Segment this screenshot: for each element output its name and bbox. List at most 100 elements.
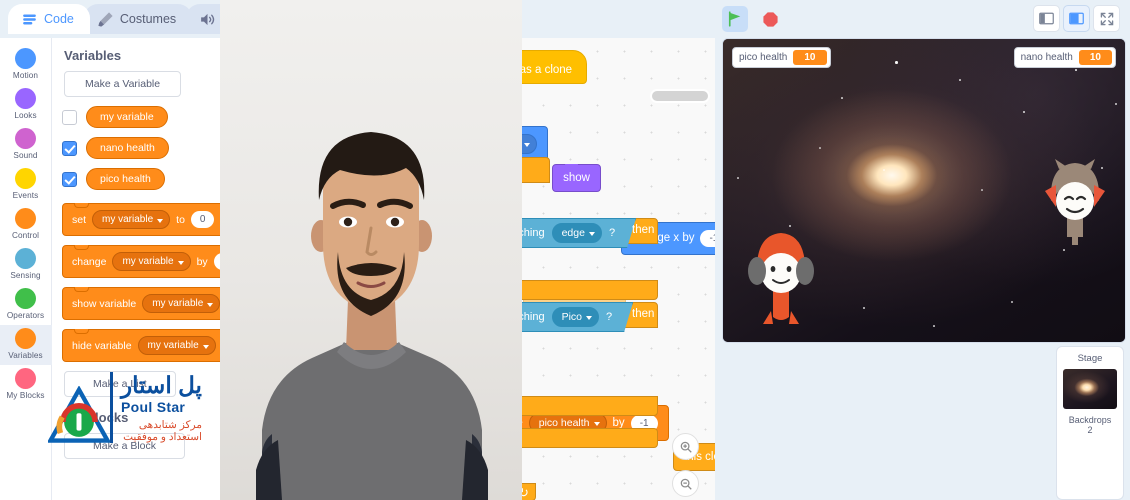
block-label: show	[563, 172, 590, 184]
backdrops-count: 2	[1087, 425, 1093, 435]
variable-dropdown[interactable]: my variable	[112, 252, 191, 271]
category-label: Sound	[13, 151, 38, 160]
zoom-in-icon	[680, 441, 692, 453]
green-flag-icon	[728, 11, 741, 27]
category-label: Sensing	[10, 271, 41, 280]
category-label: Control	[11, 231, 40, 240]
block-label: ?	[608, 227, 616, 239]
tab-code[interactable]: Code	[8, 4, 90, 34]
category-color-dot	[15, 208, 36, 229]
stage-pane-title: Stage	[1077, 353, 1103, 364]
monitor-nano-health[interactable]: nano health 10	[1013, 47, 1116, 68]
watermark-logo: پل استار Poul Star مرکز شتابدهی استعداد …	[48, 372, 248, 462]
category-label: Events	[12, 191, 39, 200]
variable-checkbox[interactable]	[62, 140, 77, 156]
monitor-value: 10	[1078, 50, 1112, 65]
stage[interactable]: pico health 10 nano health 10	[722, 38, 1126, 343]
variable-reporter[interactable]: nano health	[86, 137, 169, 159]
touching-target-dropdown[interactable]: Pico	[552, 307, 599, 327]
logo-farsi-sub1: مرکز شتابدهی	[138, 419, 202, 431]
green-flag-button[interactable]	[722, 6, 748, 32]
block-label: then	[632, 308, 655, 320]
palette-block-hide-variable[interactable]: hide variable my variable	[62, 329, 226, 362]
logo-farsi-sub2: استعداد و موفقیت	[123, 431, 202, 443]
top-bar: Code Costumes Sounds	[0, 0, 1130, 38]
stop-button[interactable]	[757, 6, 783, 32]
make-a-variable-button[interactable]: Make a Variable	[64, 71, 182, 97]
category-color-dot	[15, 288, 36, 309]
logo-farsi-title: پل استار	[121, 372, 202, 398]
poul-star-logo-icon	[48, 386, 110, 443]
sprite-pico-on-stage[interactable]	[743, 225, 819, 325]
zoom-out-button[interactable]	[672, 470, 699, 497]
category-operators[interactable]: Operators	[0, 285, 52, 325]
block-show[interactable]: show	[552, 164, 601, 192]
fullscreen-button[interactable]	[1093, 5, 1120, 32]
category-events[interactable]: Events	[0, 165, 52, 205]
variable-checkbox[interactable]	[62, 109, 77, 125]
zoom-in-button[interactable]	[672, 433, 699, 460]
sprite-nano-on-stage[interactable]	[1039, 155, 1111, 247]
zoom-out-icon	[680, 478, 692, 490]
tab-label: Costumes	[119, 12, 177, 26]
small-stage-button[interactable]	[1033, 5, 1060, 32]
monitor-label: pico health	[739, 52, 788, 63]
large-stage-icon	[1069, 12, 1084, 25]
category-sound[interactable]: Sound	[0, 125, 52, 165]
category-label: Variables	[8, 351, 43, 360]
backdrop-thumbnail[interactable]	[1063, 369, 1117, 409]
code-icon	[23, 14, 36, 24]
category-label: Looks	[14, 111, 37, 120]
category-variables[interactable]: Variables	[0, 325, 52, 365]
block-label: then	[632, 224, 655, 236]
small-stage-icon	[1039, 12, 1054, 25]
category-color-dot	[15, 88, 36, 109]
category-color-dot	[15, 248, 36, 269]
stage-pane[interactable]: Stage Backdrops 2	[1056, 346, 1124, 500]
block-label: show variable	[72, 297, 137, 310]
variable-dropdown[interactable]: my variable	[92, 210, 171, 229]
stage-controls[interactable]	[722, 6, 783, 32]
presenter-figure	[256, 132, 488, 500]
speaker-icon	[201, 13, 215, 25]
block-label: by	[196, 255, 208, 268]
horizontal-scrollbar[interactable]	[650, 89, 710, 103]
category-color-dot	[15, 48, 36, 69]
block-label: set	[72, 213, 87, 226]
variable-checkbox[interactable]	[62, 171, 77, 187]
large-stage-button[interactable]	[1063, 5, 1090, 32]
backdrop-image	[1063, 369, 1117, 409]
block-label: change	[72, 255, 107, 268]
backdrops-label: Backdrops	[1068, 415, 1112, 425]
variable-reporter[interactable]: my variable	[86, 106, 168, 128]
variable-reporter[interactable]: pico health	[86, 168, 165, 190]
stop-icon	[762, 11, 778, 27]
block-label: to	[176, 213, 185, 226]
category-my-blocks[interactable]: My Blocks	[0, 365, 52, 405]
tab-costumes[interactable]: Costumes	[83, 4, 193, 34]
stage-size-controls[interactable]	[1033, 5, 1120, 32]
category-color-dot	[15, 368, 36, 389]
tab-label: Code	[44, 12, 74, 26]
category-sensing[interactable]: Sensing	[0, 245, 52, 285]
change-x-input[interactable]: -10	[700, 229, 715, 247]
palette-block-set-variable[interactable]: set my variable to 0	[62, 203, 225, 236]
fullscreen-icon	[1100, 12, 1113, 25]
category-motion[interactable]: Motion	[0, 45, 52, 85]
category-looks[interactable]: Looks	[0, 85, 52, 125]
palette-block-show-variable[interactable]: show variable my variable	[62, 287, 231, 320]
variable-dropdown[interactable]: my variable	[137, 336, 216, 355]
logo-english-title: Poul Star	[121, 399, 186, 415]
set-value-input[interactable]: 0	[190, 211, 215, 228]
block-label: hide variable	[72, 339, 132, 352]
category-label: Motion	[12, 71, 39, 80]
brush-icon	[98, 11, 113, 27]
block-then2-label: then	[632, 308, 654, 320]
monitor-pico-health[interactable]: pico health 10	[732, 47, 831, 68]
category-color-dot	[15, 328, 36, 349]
category-control[interactable]: Control	[0, 205, 52, 245]
variable-dropdown[interactable]: my variable	[142, 294, 221, 313]
touching-target-dropdown[interactable]: edge	[552, 223, 602, 243]
category-rail[interactable]: Motion Looks Sound Events Control Sensin…	[0, 38, 52, 500]
block-label: ?	[606, 311, 613, 323]
